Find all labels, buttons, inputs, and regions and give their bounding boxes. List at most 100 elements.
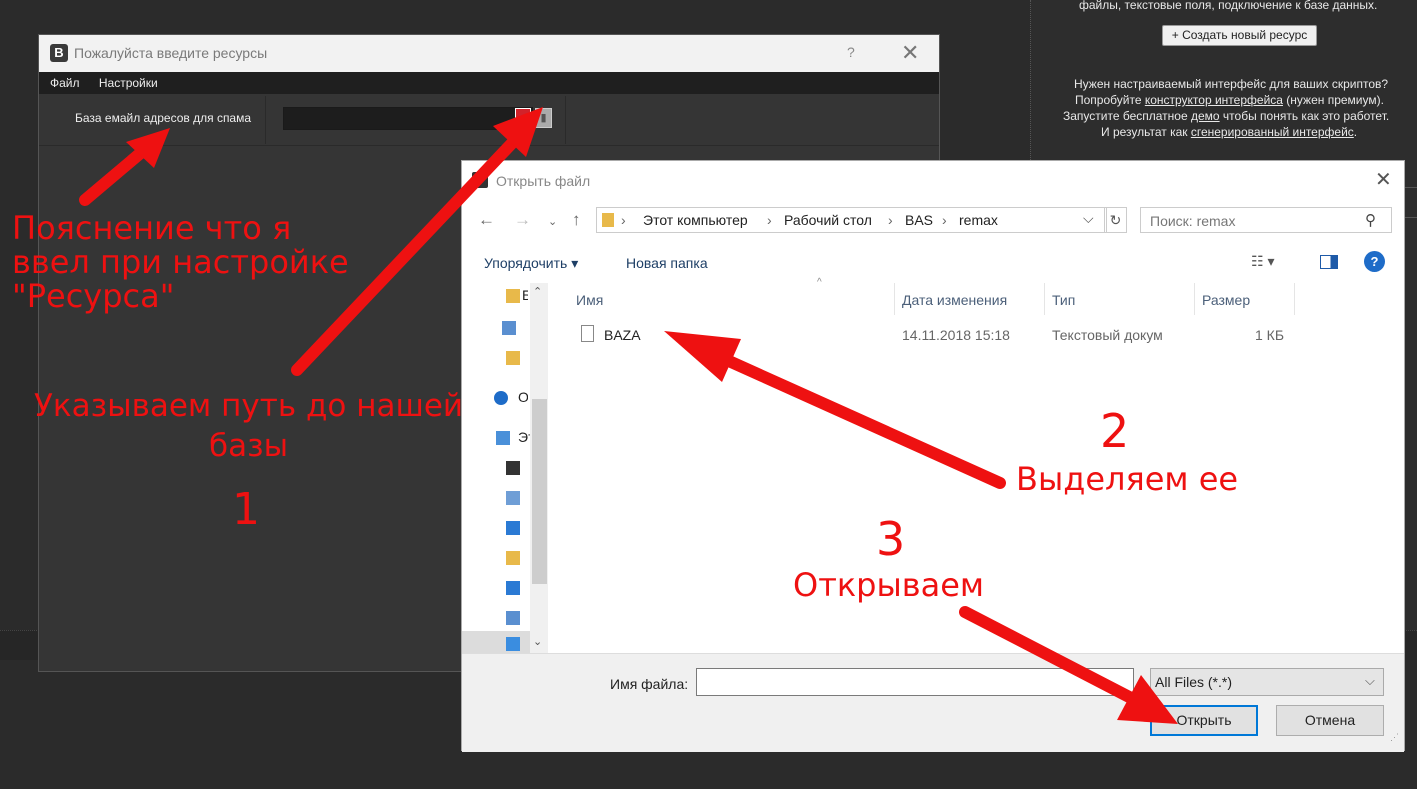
help-button[interactable]: ?	[847, 44, 855, 60]
file-size: 1 КБ	[1255, 327, 1285, 343]
navigation-bar: ← → ⌄ ↑ › Этот компьютер › Рабочий стол …	[462, 205, 1404, 235]
image-icon	[506, 551, 520, 565]
annotation-step2-number: 2	[1100, 404, 1130, 458]
column-divider	[1194, 283, 1195, 315]
column-name[interactable]: Имя	[576, 292, 603, 308]
bg-info-line1: Нужен настраиваемый интерфейс для ваших …	[1074, 77, 1389, 91]
document-icon	[506, 491, 520, 505]
column-divider	[1294, 283, 1295, 315]
column-divider	[1044, 283, 1045, 315]
scrollbar-thumb[interactable]	[532, 399, 547, 584]
back-arrow-icon[interactable]: ←	[478, 210, 495, 230]
forward-arrow-icon[interactable]: →	[514, 210, 531, 230]
bg-info-line3: Запустите бесплатное демо чтобы понять к…	[1063, 109, 1390, 123]
nav-item-onedrive[interactable]: О	[518, 389, 528, 405]
music-icon	[506, 581, 520, 595]
view-options-icon[interactable]: ☷ ▾	[1251, 253, 1274, 270]
divider	[265, 96, 266, 144]
file-date: 14.11.2018 15:18	[902, 327, 1010, 343]
new-folder-button[interactable]: Новая папка	[626, 255, 708, 271]
open-file-title: Открыть файл	[496, 173, 591, 189]
text-file-icon	[581, 325, 594, 342]
open-file-titlebar: Открыть файл ✕	[462, 161, 1404, 199]
breadcrumb-desktop[interactable]: Рабочий стол	[784, 212, 872, 228]
annotation-note: Пояснение что я ввел при настройке "Ресу…	[12, 209, 349, 315]
bg-info-line2: Попробуйте конструктор интерфейса (нужен…	[1075, 93, 1384, 107]
chevron-down-icon[interactable]: ⌄	[548, 215, 557, 228]
address-bar[interactable]: › Этот компьютер › Рабочий стол › BAS › …	[596, 207, 1107, 233]
nav-item-this-pc[interactable]: Эт	[518, 429, 530, 445]
file-row[interactable]: BAZA 14.11.2018 15:18 Текстовый докум 1 …	[552, 323, 1404, 347]
nav-item[interactable]: Б	[522, 287, 528, 303]
desktop-icon	[506, 637, 520, 651]
folder-icon	[506, 351, 520, 365]
objects-icon	[506, 611, 520, 625]
search-placeholder: Поиск: remax	[1150, 213, 1236, 229]
file-name[interactable]: BAZA	[604, 327, 641, 343]
bg-description-text: файлы, текстовые поля, подключение к баз…	[1079, 0, 1378, 12]
resource-dialog-titlebar: B Пожалуйста введите ресурсы ? ✕	[39, 35, 939, 72]
folder-icon[interactable]: ▮	[535, 108, 552, 128]
computer-icon	[496, 431, 510, 445]
chevron-down-icon[interactable]: ⌵	[1083, 210, 1094, 227]
refresh-icon[interactable]: ↻	[1104, 207, 1127, 233]
sort-indicator-icon: ^	[817, 277, 822, 288]
up-arrow-icon[interactable]: ↑	[572, 210, 581, 230]
resource-row: База емайл адресов для спама ! ▮	[39, 94, 939, 146]
breadcrumb-separator: ›	[942, 212, 947, 228]
breadcrumb-separator: ›	[767, 212, 772, 228]
breadcrumb-remax[interactable]: remax	[959, 212, 998, 228]
filetype-value: All Files (*.*)	[1155, 674, 1233, 690]
search-icon: ⚲	[1365, 212, 1376, 229]
scroll-up-icon[interactable]: ⌃	[533, 285, 542, 298]
menu-file[interactable]: Файл	[50, 76, 80, 90]
interface-builder-link[interactable]: конструктор интерфейса	[1145, 93, 1283, 107]
breadcrumb-separator: ›	[621, 212, 626, 228]
create-resource-button[interactable]: + Создать новый ресурс	[1162, 25, 1317, 46]
preview-pane-icon[interactable]	[1320, 255, 1338, 269]
field-label: База емайл адресов для спама	[75, 111, 252, 125]
annotation-step2-text: Выделяем ее	[1016, 460, 1239, 498]
app-logo-icon: B	[50, 44, 68, 62]
help-icon[interactable]: ?	[1364, 251, 1385, 272]
column-size[interactable]: Размер	[1202, 292, 1250, 308]
organize-button[interactable]: Упорядочить ▾	[484, 255, 578, 272]
dialog-footer: Имя файла: All Files (*.*) ⌵ Открыть Отм…	[462, 653, 1404, 752]
breadcrumb-bas[interactable]: BAS	[905, 212, 933, 228]
windows-icon	[502, 321, 516, 335]
filetype-select[interactable]: All Files (*.*) ⌵	[1150, 668, 1384, 696]
scroll-down-icon[interactable]: ⌄	[533, 635, 542, 648]
divider	[565, 96, 566, 144]
column-type[interactable]: Тип	[1052, 292, 1075, 308]
close-button[interactable]: ✕	[901, 40, 919, 66]
filename-label: Имя файла:	[610, 676, 689, 692]
navigation-pane: Б О Эт ⌃ ⌄	[462, 283, 550, 653]
menu-settings[interactable]: Настройки	[99, 76, 158, 90]
breadcrumb-this-pc[interactable]: Этот компьютер	[643, 212, 748, 228]
app-icon	[472, 172, 488, 188]
bg-info-line4: И результат как сгенерированный интерфей…	[1101, 125, 1358, 139]
annotation-step1-number: 1	[232, 484, 260, 535]
resource-dialog-menubar: Файл Настройки	[39, 72, 939, 94]
resize-grip-icon[interactable]: ⋰	[1390, 732, 1399, 743]
column-date[interactable]: Дата изменения	[902, 292, 1007, 308]
open-button[interactable]: Открыть	[1150, 705, 1258, 736]
download-icon	[506, 521, 520, 535]
filename-input[interactable]	[696, 668, 1134, 696]
annotation-step1: Указываем путь до нашей базы	[34, 388, 464, 464]
open-file-dialog: Открыть файл ✕ ← → ⌄ ↑ › Этот компьютер …	[461, 160, 1405, 752]
search-input[interactable]: Поиск: remax ⚲	[1140, 207, 1392, 233]
video-icon	[506, 461, 520, 475]
chevron-down-icon: ⌵	[1365, 673, 1375, 688]
demo-link[interactable]: демо	[1191, 109, 1220, 123]
toolbar: Упорядочить ▾ Новая папка ☷ ▾ ?	[462, 245, 1404, 279]
folder-icon	[602, 213, 614, 227]
annotation-step3-text: Открываем	[793, 566, 985, 604]
close-button[interactable]: ✕	[1375, 167, 1392, 192]
cancel-button[interactable]: Отмена	[1276, 705, 1384, 736]
email-base-path-input[interactable]	[283, 107, 533, 130]
generated-interface-link[interactable]: сгенерированный интерфейс	[1191, 125, 1354, 139]
file-list-header: ^ Имя Дата изменения Тип Размер	[552, 277, 1404, 315]
file-type: Текстовый докум	[1052, 327, 1163, 343]
folder-icon	[506, 289, 520, 303]
